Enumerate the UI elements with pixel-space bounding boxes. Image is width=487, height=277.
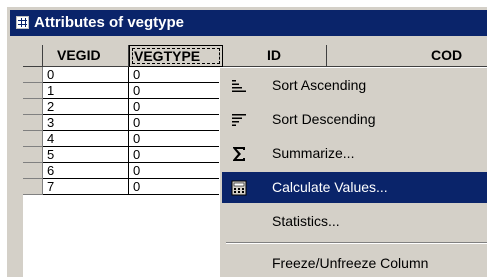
menu-item-label: Sort Descending [272, 111, 376, 127]
menu-item-summarize[interactable]: Summarize... [222, 138, 487, 169]
row-selector[interactable] [23, 67, 43, 83]
menu-item-label: Calculate Values... [272, 179, 388, 195]
row-selector[interactable] [23, 147, 43, 163]
row-selector[interactable] [23, 115, 43, 131]
menu-item-label: Statistics... [272, 213, 340, 229]
column-header-vegid[interactable]: VEGID [43, 45, 129, 67]
column-header-id[interactable]: ID [223, 45, 327, 67]
row-selector[interactable] [23, 83, 43, 99]
cell-vegtype[interactable]: 0 [129, 83, 223, 99]
calculator-icon [231, 180, 247, 196]
menu-item-sort-ascending[interactable]: Sort Ascending [222, 70, 487, 101]
column-header-vegtype[interactable]: VEGTYPE [129, 45, 223, 67]
row-selector[interactable] [23, 131, 43, 147]
menu-item-label: Freeze/Unfreeze Column [272, 255, 429, 271]
menu-item-calculate-values[interactable]: Calculate Values... [222, 172, 487, 203]
menu-item-sort-descending[interactable]: Sort Descending [222, 104, 487, 135]
sort-descending-icon [232, 114, 246, 126]
cell-vegid[interactable]: 1 [43, 83, 129, 99]
cell-vegid[interactable]: 3 [43, 115, 129, 131]
row-selector[interactable] [23, 99, 43, 115]
attributes-window: Attributes of vegtype VEGID VEGTYPE ID C… [6, 6, 487, 277]
cell-vegtype[interactable]: 0 [129, 115, 223, 131]
cell-vegid[interactable]: 4 [43, 131, 129, 147]
menu-item-label: Summarize... [272, 145, 355, 161]
window-title: Attributes of vegtype [34, 14, 185, 31]
cell-vegid[interactable]: 2 [43, 99, 129, 115]
cell-vegid[interactable]: 6 [43, 163, 129, 179]
menu-separator [226, 242, 487, 244]
cell-vegtype[interactable]: 0 [129, 99, 223, 115]
menu-item-label: Sort Ascending [272, 77, 367, 93]
sigma-icon [233, 147, 245, 161]
row-selector[interactable] [23, 179, 43, 195]
cell-vegid[interactable]: 5 [43, 147, 129, 163]
row-selector[interactable] [23, 163, 43, 179]
table-icon [16, 16, 29, 29]
cell-vegtype[interactable]: 0 [129, 147, 223, 163]
cell-vegtype[interactable]: 0 [129, 67, 223, 83]
menu-item-statistics[interactable]: Statistics... [222, 206, 487, 237]
window-titlebar[interactable]: Attributes of vegtype [10, 10, 487, 36]
column-context-menu: Sort Ascending Sort Descending Summarize… [219, 67, 487, 277]
cell-vegtype[interactable]: 0 [129, 163, 223, 179]
sort-ascending-icon [232, 80, 246, 92]
cell-vegtype[interactable]: 0 [129, 179, 223, 195]
cell-vegtype[interactable]: 0 [129, 131, 223, 147]
header-row-selector[interactable] [23, 45, 43, 67]
menu-item-freeze-unfreeze-column[interactable]: Freeze/Unfreeze Column [222, 248, 487, 277]
column-header-cod[interactable]: COD [327, 45, 487, 67]
cell-vegid[interactable]: 0 [43, 67, 129, 83]
cell-vegid[interactable]: 7 [43, 179, 129, 195]
